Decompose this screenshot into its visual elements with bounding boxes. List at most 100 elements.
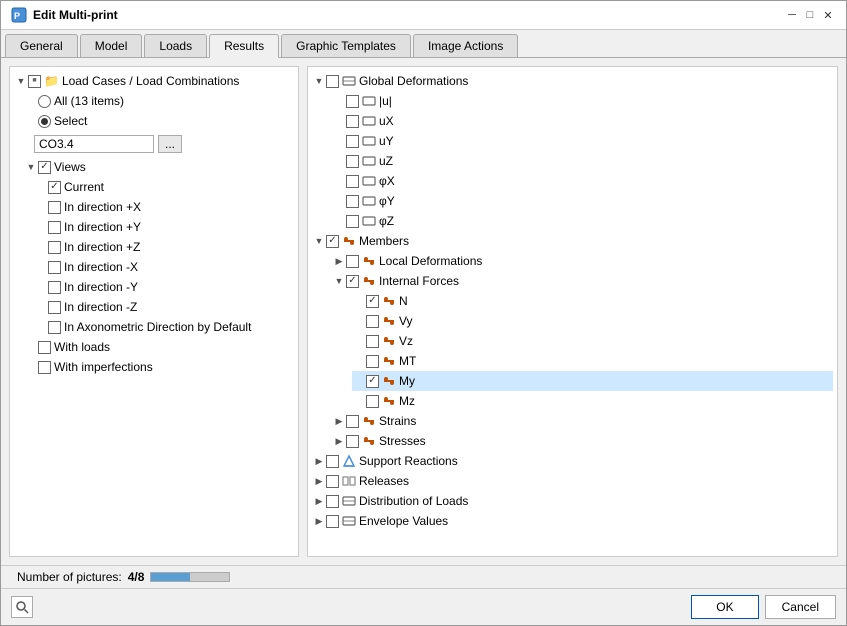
view-dir-px-checkbox[interactable] [48,201,61,214]
stresses-expand[interactable]: ▶ [332,434,346,448]
support-reactions-checkbox[interactable] [326,455,339,468]
view-dir-px[interactable]: In direction +X [34,197,294,217]
force-mt[interactable]: MT [352,351,833,371]
internal-forces-expand[interactable]: ▼ [332,274,346,288]
select-node[interactable]: Select [24,111,294,131]
with-loads-node[interactable]: With loads [24,337,294,357]
force-mz[interactable]: Mz [352,391,833,411]
def-ux-checkbox[interactable] [346,115,359,128]
def-uz-checkbox[interactable] [346,155,359,168]
views-node[interactable]: ▼ Views [24,157,294,177]
view-dir-nx-checkbox[interactable] [48,261,61,274]
all-items-node[interactable]: All (13 items) [24,91,294,111]
view-axonometric[interactable]: In Axonometric Direction by Default [34,317,294,337]
views-expand[interactable]: ▼ [24,160,38,174]
global-def-u[interactable]: |u| [332,91,833,111]
view-dir-nz-checkbox[interactable] [48,301,61,314]
with-imperfections-node[interactable]: With imperfections [24,357,294,377]
with-loads-checkbox[interactable] [38,341,51,354]
view-dir-ny[interactable]: In direction -Y [34,277,294,297]
global-def-uy[interactable]: uY [332,131,833,151]
force-n-checkbox[interactable] [366,295,379,308]
view-dir-pz[interactable]: In direction +Z [34,237,294,257]
internal-forces-checkbox[interactable] [346,275,359,288]
cancel-button[interactable]: Cancel [765,595,836,619]
local-deformations-node[interactable]: ▶ Local Deformations [332,251,833,271]
search-button[interactable] [11,596,33,618]
force-mz-checkbox[interactable] [366,395,379,408]
support-reactions-expand[interactable]: ▶ [312,454,326,468]
view-current-checkbox[interactable] [48,181,61,194]
tab-loads[interactable]: Loads [144,34,207,57]
close-button[interactable]: ✕ [820,7,836,23]
def-phiz-checkbox[interactable] [346,215,359,228]
force-vy[interactable]: Vy [352,311,833,331]
members-expand[interactable]: ▼ [312,234,326,248]
def-phiy-checkbox[interactable] [346,195,359,208]
def-u-checkbox[interactable] [346,95,359,108]
view-current[interactable]: Current [34,177,294,197]
members-node[interactable]: ▼ Members [312,231,833,251]
force-n[interactable]: N [352,291,833,311]
strains-checkbox[interactable] [346,415,359,428]
view-dir-py[interactable]: In direction +Y [34,217,294,237]
view-dir-nz[interactable]: In direction -Z [34,297,294,317]
global-def-phix[interactable]: φX [332,171,833,191]
ok-button[interactable]: OK [691,595,758,619]
members-checkbox[interactable] [326,235,339,248]
strains-node[interactable]: ▶ Strains [332,411,833,431]
def-phix-checkbox[interactable] [346,175,359,188]
views-checkbox[interactable] [38,161,51,174]
tab-graphic-templates[interactable]: Graphic Templates [281,34,411,57]
view-dir-pz-checkbox[interactable] [48,241,61,254]
select-dots-button[interactable]: ... [158,135,182,153]
force-mt-checkbox[interactable] [366,355,379,368]
global-def-phiy[interactable]: φY [332,191,833,211]
stresses-node[interactable]: ▶ Stresses [332,431,833,451]
distribution-loads-node[interactable]: ▶ Distribution of Loads [312,491,833,511]
force-vy-checkbox[interactable] [366,315,379,328]
releases-checkbox[interactable] [326,475,339,488]
select-input[interactable] [34,135,154,153]
global-def-expand[interactable]: ▼ [312,74,326,88]
envelope-expand[interactable]: ▶ [312,514,326,528]
view-axonometric-checkbox[interactable] [48,321,61,334]
strains-expand[interactable]: ▶ [332,414,346,428]
root-node[interactable]: ▼ 📁 Load Cases / Load Combinations [14,71,294,91]
root-expand[interactable]: ▼ [14,74,28,88]
releases-node[interactable]: ▶ Releases [312,471,833,491]
dist-loads-expand[interactable]: ▶ [312,494,326,508]
local-def-expand[interactable]: ▶ [332,254,346,268]
view-dir-ny-checkbox[interactable] [48,281,61,294]
all-radio[interactable] [38,95,51,108]
global-def-ux[interactable]: uX [332,111,833,131]
dist-loads-checkbox[interactable] [326,495,339,508]
minimize-button[interactable]: ─ [784,7,800,23]
global-def-uz[interactable]: uZ [332,151,833,171]
stresses-checkbox[interactable] [346,435,359,448]
envelope-checkbox[interactable] [326,515,339,528]
force-vz[interactable]: Vz [352,331,833,351]
tab-general[interactable]: General [5,34,78,57]
with-imperfections-checkbox[interactable] [38,361,51,374]
select-radio[interactable] [38,115,51,128]
releases-expand[interactable]: ▶ [312,474,326,488]
view-dir-nx[interactable]: In direction -X [34,257,294,277]
envelope-values-node[interactable]: ▶ Envelope Values [312,511,833,531]
view-dir-py-checkbox[interactable] [48,221,61,234]
global-deformations-node[interactable]: ▼ Global Deformations [312,71,833,91]
force-my[interactable]: My [352,371,833,391]
global-def-phiz[interactable]: φZ [332,211,833,231]
root-checkbox[interactable] [28,75,41,88]
force-vz-checkbox[interactable] [366,335,379,348]
tab-image-actions[interactable]: Image Actions [413,34,518,57]
tab-model[interactable]: Model [80,34,143,57]
maximize-button[interactable]: □ [802,7,818,23]
internal-forces-node[interactable]: ▼ Internal Forces [332,271,833,291]
force-my-checkbox[interactable] [366,375,379,388]
global-def-checkbox[interactable] [326,75,339,88]
def-uy-checkbox[interactable] [346,135,359,148]
tab-results[interactable]: Results [209,34,279,58]
local-def-checkbox[interactable] [346,255,359,268]
support-reactions-node[interactable]: ▶ Support Reactions [312,451,833,471]
